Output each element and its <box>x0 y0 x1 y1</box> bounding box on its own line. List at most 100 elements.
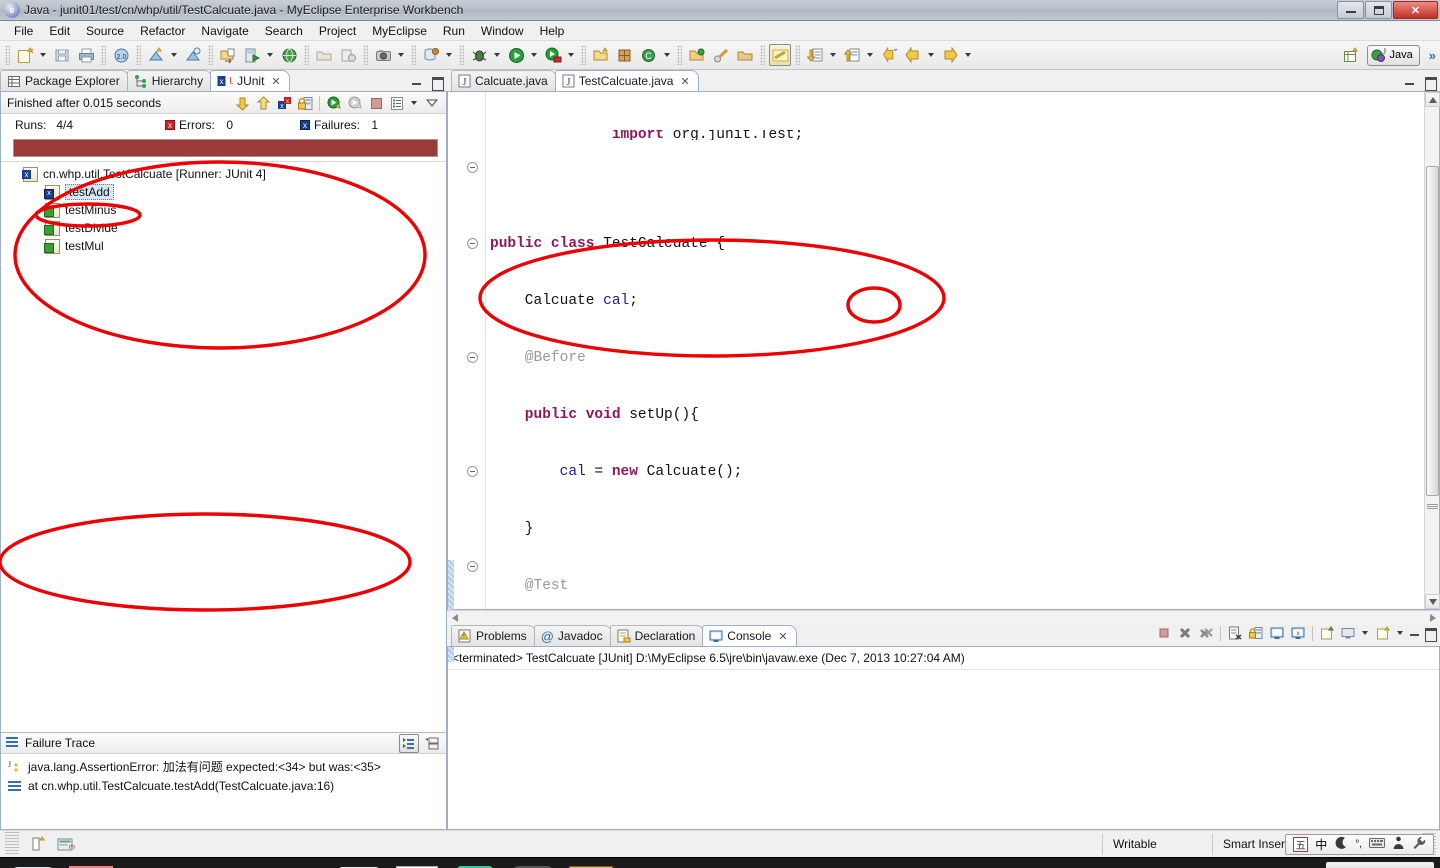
editor-folding-ruler[interactable] <box>462 92 486 609</box>
taskbar-item-4[interactable] <box>181 860 233 868</box>
console-dropdown-icon[interactable] <box>1373 624 1393 643</box>
taskbar-item-3[interactable] <box>123 860 175 868</box>
forward-dropdown[interactable] <box>962 44 973 66</box>
new-console-view-icon[interactable] <box>1317 624 1337 643</box>
remove-launch-icon[interactable] <box>1175 624 1195 643</box>
snapshot-dropdown[interactable] <box>395 44 406 66</box>
menu-item-file[interactable]: File <box>6 22 41 40</box>
tab-junit[interactable]: xU JUnit ✕ <box>210 70 290 91</box>
menu-item-project[interactable]: Project <box>311 22 364 40</box>
export-icon[interactable] <box>313 44 335 66</box>
tab-hierarchy[interactable]: Hierarchy <box>126 70 213 91</box>
next-annotation-icon[interactable] <box>804 44 826 66</box>
taskbar-item-6[interactable] <box>333 860 385 868</box>
previous-annotation-dropdown[interactable] <box>864 44 875 66</box>
show-failures-only-icon[interactable]: xx <box>274 94 294 113</box>
open-perspective-icon[interactable] <box>1341 44 1363 66</box>
run-dropdown[interactable] <box>528 44 539 66</box>
new-wizard-icon[interactable] <box>14 44 36 66</box>
minimize-view-button[interactable] <box>410 75 424 89</box>
toolbar-grip-6[interactable] <box>363 45 368 65</box>
open-console-dropdown[interactable] <box>1359 622 1370 644</box>
back-dropdown[interactable] <box>925 44 936 66</box>
editor-code-area[interactable]: import org.junit.Test; public class Test… <box>486 92 1424 609</box>
open-resource-icon[interactable] <box>686 44 708 66</box>
ime-soft-keyboard-icon[interactable] <box>1392 836 1405 853</box>
menu-item-myeclipse[interactable]: MyEclipse <box>364 22 435 40</box>
open-task-icon[interactable] <box>734 44 756 66</box>
database-dropdown[interactable] <box>443 44 454 66</box>
close-icon[interactable]: ✕ <box>778 630 787 643</box>
run-external-icon[interactable] <box>542 44 564 66</box>
toolbar-grip-2[interactable] <box>101 45 106 65</box>
menu-item-window[interactable]: Window <box>473 22 532 40</box>
lock-scroll-icon[interactable] <box>295 94 315 113</box>
toolbar-overflow-icon[interactable]: » <box>1429 48 1436 63</box>
new-package-icon[interactable] <box>614 44 636 66</box>
rerun-failed-icon[interactable] <box>345 94 365 113</box>
ime-keyboard-icon[interactable] <box>1369 837 1385 852</box>
save-icon[interactable] <box>51 44 73 66</box>
taskbar-item-9[interactable] <box>507 860 559 868</box>
test-run-history-icon[interactable] <box>387 94 407 113</box>
new-class-icon[interactable]: C <box>638 44 660 66</box>
database-icon[interactable] <box>420 44 442 66</box>
filter-stack-trace-icon[interactable] <box>399 734 419 753</box>
menu-item-refactor[interactable]: Refactor <box>132 22 193 40</box>
toolbar-grip-3[interactable] <box>136 45 141 65</box>
editor-vertical-scrollbar[interactable] <box>1424 92 1440 609</box>
toolbar-grip-5[interactable] <box>304 45 309 65</box>
toolbar-grip-10[interactable] <box>677 45 682 65</box>
last-edit-location-icon[interactable] <box>878 44 900 66</box>
scroll-lock-icon[interactable] <box>1246 624 1266 643</box>
editor-tab-testcalcuate[interactable]: J TestCalcuate.java ✕ <box>554 70 699 91</box>
forward-icon[interactable] <box>939 44 961 66</box>
taskbar-clock[interactable] <box>1326 861 1434 868</box>
toolbar-grip-4[interactable] <box>208 45 213 65</box>
failure-trace-row-stackframe[interactable]: at cn.whp.util.TestCalcuate.testAdd(Test… <box>1 776 446 795</box>
console-dropdown-arrow[interactable] <box>1394 622 1405 644</box>
web-browser-icon[interactable] <box>278 44 300 66</box>
taskbar-item-7[interactable] <box>391 860 443 868</box>
tree-row-testadd[interactable]: testAdd <box>1 183 446 201</box>
toolbar-grip-11[interactable] <box>760 45 765 65</box>
remove-all-launches-icon[interactable] <box>1196 624 1216 643</box>
close-icon[interactable]: ✕ <box>271 75 280 88</box>
editor-tab-calcuate[interactable]: J Calcuate.java <box>451 70 557 91</box>
tab-javadoc[interactable]: @ Javadoc <box>533 625 612 646</box>
tab-problems[interactable]: ! Problems <box>451 625 536 646</box>
ime-punctuation-icon[interactable]: °, <box>1355 839 1362 850</box>
toolbar-grip-12[interactable] <box>795 45 800 65</box>
toolbar-grip-7[interactable] <box>411 45 416 65</box>
console-output[interactable] <box>448 670 1439 829</box>
tab-package-explorer[interactable]: Package Explorer <box>0 70 129 91</box>
menu-item-source[interactable]: Source <box>78 22 132 40</box>
tree-row-testdivide[interactable]: testDivide <box>1 219 446 237</box>
debug-icon[interactable] <box>468 44 490 66</box>
rerun-test-icon[interactable] <box>324 94 344 113</box>
next-annotation-dropdown[interactable] <box>827 44 838 66</box>
open-type-icon[interactable] <box>217 44 239 66</box>
toolbar-grip[interactable] <box>5 45 10 65</box>
minimize-button[interactable] <box>1337 1 1364 19</box>
pin-console-icon[interactable] <box>1267 624 1287 643</box>
taskbar-item-8[interactable] <box>449 860 501 868</box>
menu-item-search[interactable]: Search <box>257 22 311 40</box>
failure-trace-body[interactable]: J java.lang.AssertionError: 加法有问题 expect… <box>1 754 446 829</box>
scroll-down-icon[interactable] <box>1425 594 1440 609</box>
tab-console[interactable]: Console ✕ <box>702 625 797 646</box>
build-icon[interactable]: m <box>50 836 80 853</box>
run-server-icon[interactable] <box>241 44 263 66</box>
perspective-java-button[interactable]: J Java <box>1366 44 1420 66</box>
back-icon[interactable] <box>902 44 924 66</box>
run-server-dropdown[interactable] <box>264 44 275 66</box>
print-icon[interactable] <box>75 44 97 66</box>
smart-insert-icon[interactable] <box>24 835 50 853</box>
previous-annotation-icon[interactable] <box>841 44 863 66</box>
maximize-editor-button[interactable] <box>1423 75 1437 91</box>
display-selected-console-icon[interactable]: x <box>1288 624 1308 643</box>
maximize-view-button[interactable] <box>430 75 444 91</box>
deployment-icon[interactable] <box>145 44 167 66</box>
open-console-icon[interactable] <box>1338 624 1358 643</box>
scroll-up-icon[interactable] <box>1425 92 1440 107</box>
